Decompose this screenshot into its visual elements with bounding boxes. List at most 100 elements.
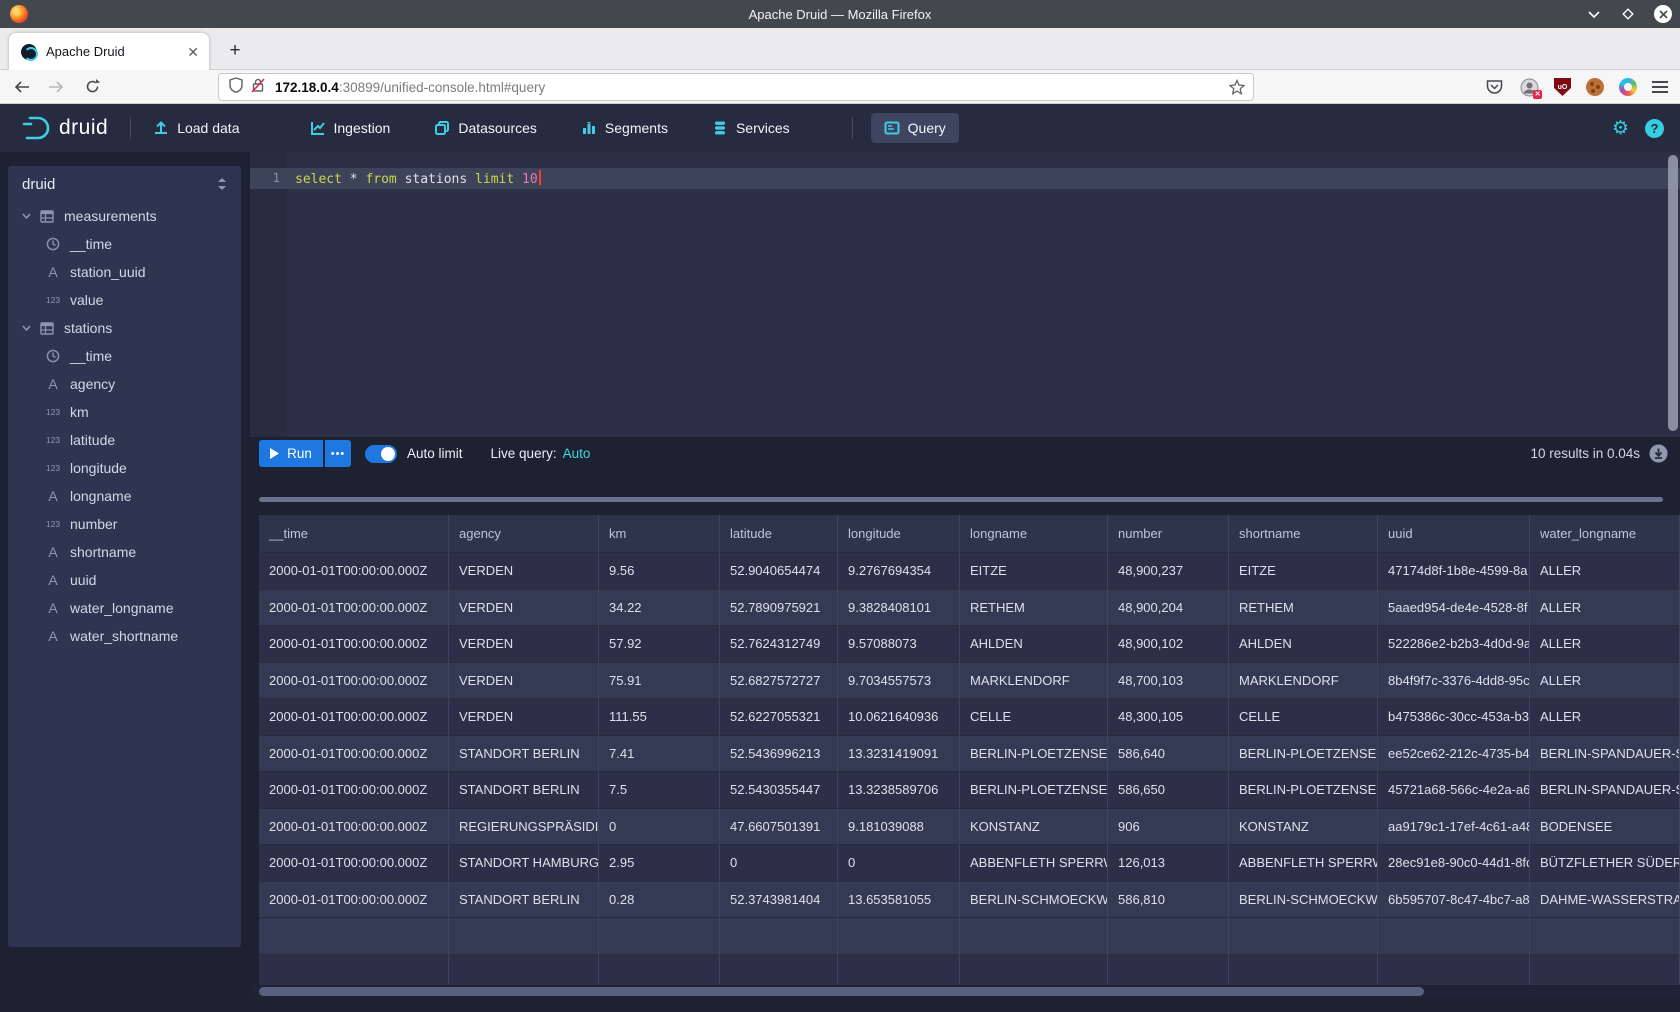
cell-uuid[interactable]: 6b595707-8c47-4bc7-a8: [1378, 882, 1530, 919]
cell-latitude[interactable]: 52.9040654474: [720, 553, 838, 590]
sidebar-item-stations[interactable]: stations: [8, 314, 241, 342]
table-bottom-scrollbar[interactable]: [250, 985, 1680, 998]
cell-number[interactable]: 48,900,237: [1108, 553, 1229, 590]
nav-query-active[interactable]: Query: [871, 113, 959, 143]
sidebar-item-agency[interactable]: A agency: [8, 370, 241, 398]
cell-km[interactable]: 57.92: [599, 626, 720, 663]
cell-longname[interactable]: CELLE: [960, 699, 1108, 736]
cell-time[interactable]: 2000-01-01T00:00:00.000Z: [259, 736, 449, 773]
cell-time[interactable]: 2000-01-01T00:00:00.000Z: [259, 845, 449, 882]
cell-shortname[interactable]: ABBENFLETH SPERRWER: [1229, 845, 1378, 882]
column-header-latitude[interactable]: latitude: [720, 515, 838, 553]
cell-latitude[interactable]: 0: [720, 845, 838, 882]
cell-km[interactable]: 111.55: [599, 699, 720, 736]
editor-scrollbar[interactable]: [1668, 155, 1678, 431]
cell-latitude[interactable]: 52.3743981404: [720, 882, 838, 919]
sidebar-item-measurements[interactable]: measurements: [8, 202, 241, 230]
cell-longname[interactable]: RETHEM: [960, 590, 1108, 627]
nav-load-data[interactable]: Load data: [153, 120, 239, 136]
cell-water-longname[interactable]: ALLER: [1530, 626, 1680, 663]
cell-agency[interactable]: REGIERUNGSPRÄSIDIUM: [449, 809, 599, 846]
cell-uuid[interactable]: 28ec91e8-90c0-44d1-8fc: [1378, 845, 1530, 882]
column-header-longitude[interactable]: longitude: [838, 515, 960, 553]
cell-longname[interactable]: ABBENFLETH SPERRWER: [960, 845, 1108, 882]
cell-longitude[interactable]: 9.181039088: [838, 809, 960, 846]
scrollbar-thumb[interactable]: [259, 987, 1424, 996]
sidebar-item-value[interactable]: 123 value: [8, 286, 241, 314]
cell-latitude[interactable]: 52.5436996213: [720, 736, 838, 773]
run-button[interactable]: Run: [259, 440, 323, 467]
ublock-icon[interactable]: uO: [1554, 78, 1571, 96]
cell-longitude[interactable]: 13.3231419091: [838, 736, 960, 773]
cell-km[interactable]: 7.5: [599, 772, 720, 809]
cell-km[interactable]: 0: [599, 809, 720, 846]
cell-km[interactable]: 7.41: [599, 736, 720, 773]
cell-agency[interactable]: VERDEN: [449, 590, 599, 627]
help-icon[interactable]: ?: [1645, 119, 1664, 138]
cell-longitude[interactable]: 9.3828408101: [838, 590, 960, 627]
cell-uuid[interactable]: 45721a68-566c-4e2a-a6: [1378, 772, 1530, 809]
cell-latitude[interactable]: 52.6227055321: [720, 699, 838, 736]
cell-km[interactable]: 0.28: [599, 882, 720, 919]
column-header-time[interactable]: __time: [259, 515, 449, 553]
cell-uuid[interactable]: 47174d8f-1b8e-4599-8a: [1378, 553, 1530, 590]
cell-number[interactable]: 48,900,204: [1108, 590, 1229, 627]
cell-shortname[interactable]: EITZE: [1229, 553, 1378, 590]
cell-time[interactable]: 2000-01-01T00:00:00.000Z: [259, 882, 449, 919]
cell-water-longname[interactable]: BERLIN-SPANDAUER-S: [1530, 736, 1680, 773]
sidebar-item-longitude[interactable]: 123 longitude: [8, 454, 241, 482]
chevron-down-icon[interactable]: [18, 325, 34, 331]
run-more-button[interactable]: •••: [325, 440, 351, 467]
column-header-agency[interactable]: agency: [449, 515, 599, 553]
cell-longname[interactable]: BERLIN-PLOETZENSEE U: [960, 772, 1108, 809]
cell-water-longname[interactable]: DAHME-WASSERSTRAS: [1530, 882, 1680, 919]
cell-uuid[interactable]: 5aaed954-de4e-4528-8f: [1378, 590, 1530, 627]
cell-longitude[interactable]: 0: [838, 845, 960, 882]
cell-time[interactable]: 2000-01-01T00:00:00.000Z: [259, 663, 449, 700]
cell-shortname[interactable]: BERLIN-PLOETZENSEE U: [1229, 772, 1378, 809]
sidebar-item-station-uuid[interactable]: A station_uuid: [8, 258, 241, 286]
column-header-longname[interactable]: longname: [960, 515, 1108, 553]
cell-longitude[interactable]: 13.3238589706: [838, 772, 960, 809]
cell-time[interactable]: 2000-01-01T00:00:00.000Z: [259, 626, 449, 663]
cell-water-longname[interactable]: BERLIN-SPANDAUER-S: [1530, 772, 1680, 809]
sidebar-item-uuid[interactable]: A uuid: [8, 566, 241, 594]
cell-shortname[interactable]: BERLIN-PLOETZENSEE C: [1229, 736, 1378, 773]
cell-longname[interactable]: BERLIN-SCHMOECKWITZ: [960, 882, 1108, 919]
pocket-icon[interactable]: [1484, 77, 1504, 97]
cell-latitude[interactable]: 52.6827572727: [720, 663, 838, 700]
cell-agency[interactable]: STANDORT HAMBURG: [449, 845, 599, 882]
sidebar-item-shortname[interactable]: A shortname: [8, 538, 241, 566]
cell-longitude[interactable]: 9.57088073: [838, 626, 960, 663]
reload-button[interactable]: [80, 75, 104, 99]
cell-longitude[interactable]: 9.2767694354: [838, 553, 960, 590]
cell-longname[interactable]: BERLIN-PLOETZENSEE C: [960, 736, 1108, 773]
cell-km[interactable]: 75.91: [599, 663, 720, 700]
cell-latitude[interactable]: 52.5430355447: [720, 772, 838, 809]
cell-uuid[interactable]: aa9179c1-17ef-4c61-a48: [1378, 809, 1530, 846]
insecure-lock-icon[interactable]: [251, 77, 265, 98]
chevron-down-icon[interactable]: [18, 213, 34, 219]
download-icon[interactable]: [1649, 444, 1668, 463]
cell-agency[interactable]: STANDORT BERLIN: [449, 736, 599, 773]
cell-time[interactable]: 2000-01-01T00:00:00.000Z: [259, 772, 449, 809]
cell-number[interactable]: 48,300,105: [1108, 699, 1229, 736]
cell-number[interactable]: 48,700,103: [1108, 663, 1229, 700]
sidebar-item-time2[interactable]: __time: [8, 342, 241, 370]
cell-number[interactable]: 586,640: [1108, 736, 1229, 773]
sidebar-item-km[interactable]: 123 km: [8, 398, 241, 426]
cell-km[interactable]: 9.56: [599, 553, 720, 590]
tab-close-icon[interactable]: ✕: [187, 45, 199, 59]
cell-uuid[interactable]: ee52ce62-212c-4735-b4: [1378, 736, 1530, 773]
cell-longitude[interactable]: 9.7034557573: [838, 663, 960, 700]
cell-longname[interactable]: MARKLENDORF: [960, 663, 1108, 700]
auto-limit-toggle[interactable]: [365, 445, 397, 463]
cell-water-longname[interactable]: ALLER: [1530, 699, 1680, 736]
cell-agency[interactable]: VERDEN: [449, 626, 599, 663]
url-bar[interactable]: 172.18.0.4:30899/unified-console.html#qu…: [218, 73, 1254, 101]
column-header-number[interactable]: number: [1108, 515, 1229, 553]
cell-uuid[interactable]: 522286e2-b2b3-4d0d-9a: [1378, 626, 1530, 663]
cell-km[interactable]: 34.22: [599, 590, 720, 627]
nav-services[interactable]: Services: [712, 120, 790, 136]
cell-shortname[interactable]: AHLDEN: [1229, 626, 1378, 663]
